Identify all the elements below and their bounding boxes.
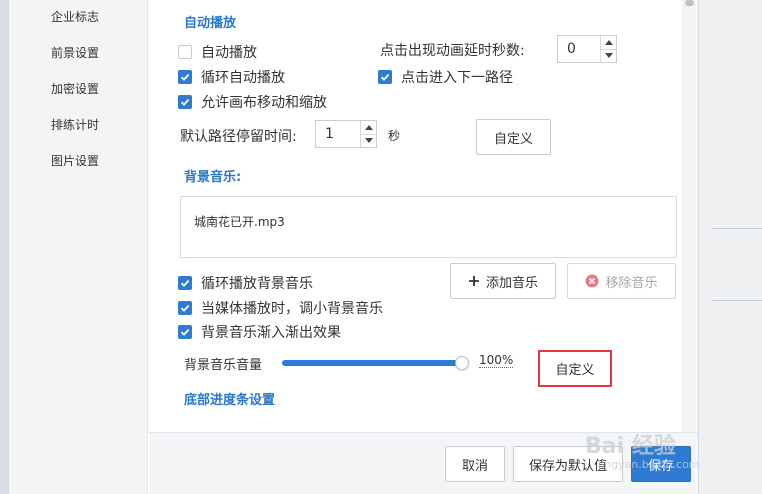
add-music-button[interactable]: 添加音乐 bbox=[450, 263, 556, 299]
remove-music-button[interactable]: 移除音乐 bbox=[567, 263, 676, 299]
loop-autoplay-checkbox[interactable]: 循环自动播放 bbox=[178, 67, 285, 87]
checkbox-label: 点击进入下一路径 bbox=[401, 70, 513, 86]
stay-time-stepper[interactable]: 1 bbox=[315, 120, 377, 148]
checkbox-checked-icon bbox=[178, 276, 192, 290]
remove-circle-icon bbox=[585, 274, 599, 288]
loop-bg-music-checkbox[interactable]: 循环播放背景音乐 bbox=[178, 273, 313, 293]
click-next-path-checkbox[interactable]: 点击进入下一路径 bbox=[378, 67, 513, 87]
checkbox-label: 循环播放背景音乐 bbox=[201, 276, 313, 292]
checkbox-label: 背景音乐渐入渐出效果 bbox=[201, 325, 341, 341]
delay-seconds-label: 点击出现动画延时秒数: bbox=[380, 43, 525, 59]
checkbox-checked-icon bbox=[178, 325, 192, 339]
stepper-down-icon[interactable] bbox=[601, 48, 616, 63]
stepper-down-icon[interactable] bbox=[361, 133, 376, 148]
sidebar-item-logo[interactable]: 企业标志 bbox=[51, 8, 99, 25]
volume-value: 100% bbox=[479, 353, 514, 368]
music-fade-checkbox[interactable]: 背景音乐渐入渐出效果 bbox=[178, 322, 341, 342]
sidebar-item-image-settings[interactable]: 图片设置 bbox=[51, 152, 99, 169]
right-background-strip bbox=[698, 0, 762, 494]
left-edge-strip bbox=[0, 0, 9, 494]
checkbox-checked-icon bbox=[178, 301, 192, 315]
checkbox-checked-icon bbox=[378, 70, 392, 84]
section-title-bg-music: 背景音乐: bbox=[184, 170, 242, 185]
stepper-up-icon[interactable] bbox=[361, 121, 376, 134]
allow-canvas-move-zoom-checkbox[interactable]: 允许画布移动和缩放 bbox=[178, 92, 327, 112]
music-file-list[interactable]: 城南花已开.mp3 bbox=[180, 196, 677, 258]
highlight-frame bbox=[538, 350, 612, 387]
volume-slider-track[interactable] bbox=[282, 360, 462, 366]
sidebar-item-encryption[interactable]: 加密设置 bbox=[51, 80, 99, 97]
delay-seconds-stepper[interactable]: 0 bbox=[557, 35, 617, 63]
remove-music-label: 移除音乐 bbox=[605, 275, 658, 291]
volume-label: 背景音乐音量 bbox=[184, 358, 263, 373]
cancel-button[interactable]: 取消 bbox=[445, 446, 505, 482]
volume-slider-thumb[interactable] bbox=[455, 356, 469, 370]
add-music-label: 添加音乐 bbox=[485, 275, 538, 291]
checkbox-unchecked-icon bbox=[178, 45, 192, 59]
checkbox-label: 当媒体播放时，调小背景音乐 bbox=[201, 301, 383, 317]
checkbox-label: 自动播放 bbox=[201, 45, 257, 61]
plus-icon bbox=[468, 275, 480, 287]
scrollbar[interactable] bbox=[682, 0, 698, 432]
checkbox-label: 允许画布移动和缩放 bbox=[201, 95, 327, 111]
section-title-autoplay: 自动播放 bbox=[184, 16, 237, 31]
section-title-progress-bar: 底部进度条设置 bbox=[184, 393, 276, 408]
autoplay-checkbox[interactable]: 自动播放 bbox=[178, 42, 257, 62]
stepper-up-icon[interactable] bbox=[601, 36, 616, 49]
scrollbar-thumb[interactable] bbox=[685, 0, 694, 6]
sidebar-item-foreground[interactable]: 前景设置 bbox=[51, 44, 99, 61]
music-file-item[interactable]: 城南花已开.mp3 bbox=[194, 213, 285, 230]
stay-time-label: 默认路径停留时间: bbox=[180, 129, 297, 145]
stay-time-unit: 秒 bbox=[388, 129, 401, 143]
watermark-logo: Bai 经验 bbox=[585, 434, 676, 459]
checkbox-checked-icon bbox=[178, 95, 192, 109]
lower-music-on-media-checkbox[interactable]: 当媒体播放时，调小背景音乐 bbox=[178, 298, 383, 318]
sidebar-item-rehearsal-timing[interactable]: 排练计时 bbox=[51, 116, 99, 133]
stepper-value[interactable]: 0 bbox=[558, 36, 600, 62]
watermark-url: jingyan.baidu.com bbox=[598, 458, 700, 471]
sidebar: 企业标志 前景设置 加密设置 排练计时 图片设置 bbox=[9, 0, 148, 494]
stepper-value[interactable]: 1 bbox=[316, 121, 360, 147]
custom-path-time-button[interactable]: 自定义 bbox=[476, 119, 551, 155]
checkbox-label: 循环自动播放 bbox=[201, 70, 285, 86]
checkbox-checked-icon bbox=[178, 70, 192, 84]
